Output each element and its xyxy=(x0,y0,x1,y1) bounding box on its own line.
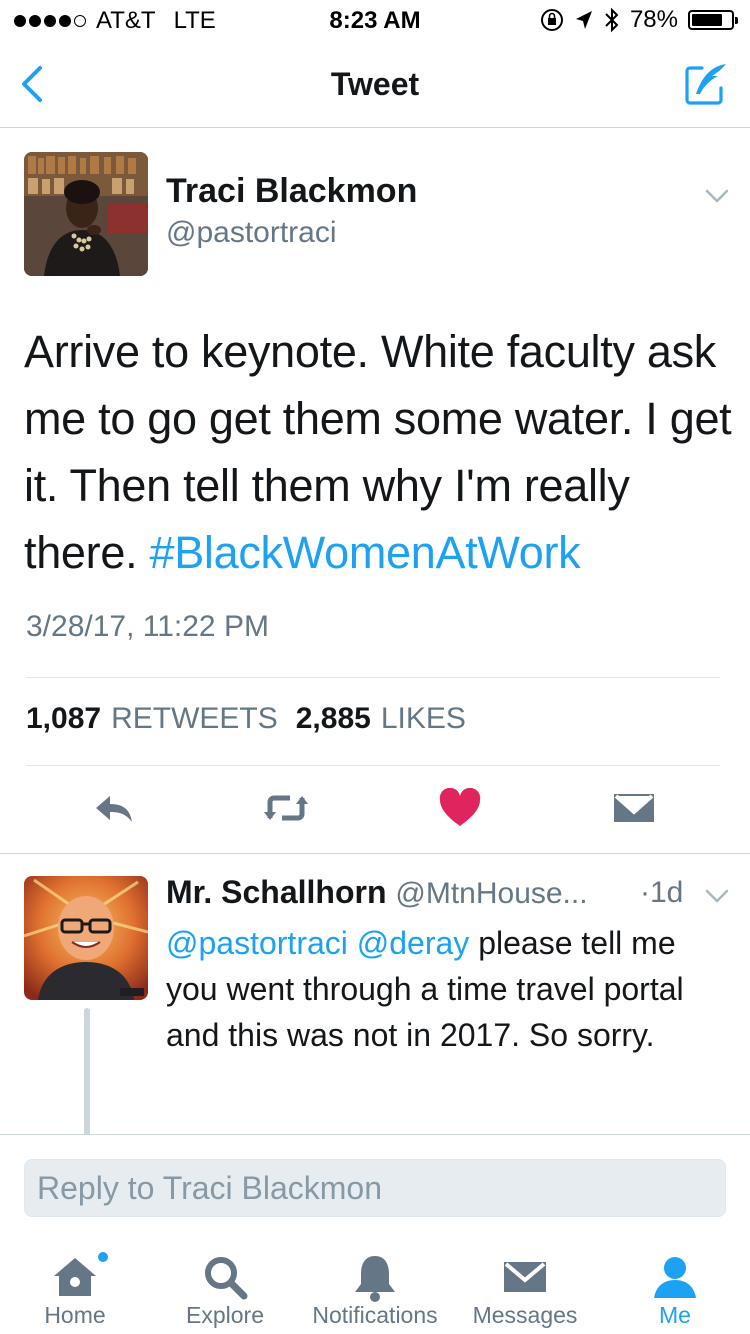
likes-count[interactable]: 2,885 xyxy=(296,702,371,736)
reply-author-handle[interactable]: @MtnHouse... xyxy=(395,877,587,910)
reply-avatar[interactable] xyxy=(24,876,148,1000)
tweet-timestamp: 3/28/17, 11:22 PM xyxy=(26,610,269,643)
tab-me[interactable]: Me xyxy=(600,1238,750,1334)
divider xyxy=(26,677,720,678)
reply-time: ·1d xyxy=(640,876,684,909)
bell-icon xyxy=(355,1256,395,1302)
heart-icon[interactable] xyxy=(438,788,482,828)
retweets-label[interactable]: RETWEETS xyxy=(111,702,278,736)
status-right: 78% xyxy=(540,6,738,34)
tab-notifications[interactable]: Notifications xyxy=(300,1238,450,1334)
tab-label: Home xyxy=(44,1302,106,1328)
reply-text: @pastortraci @deray please tell me you w… xyxy=(166,920,736,1058)
notification-dot xyxy=(96,1250,110,1264)
page-title: Tweet xyxy=(330,66,420,102)
chevron-down-icon[interactable] xyxy=(704,888,730,904)
reply-icon[interactable] xyxy=(92,788,136,828)
author-handle[interactable]: @pastortraci xyxy=(166,216,337,250)
battery-icon xyxy=(688,10,738,30)
tab-label: Notifications xyxy=(312,1302,438,1328)
mention-link[interactable]: @deray xyxy=(357,925,470,961)
battery-percent: 78% xyxy=(629,6,678,33)
nav-bar: Tweet xyxy=(0,40,750,128)
tab-label: Messages xyxy=(472,1302,578,1328)
location-arrow-icon xyxy=(575,11,592,29)
tweet-stats: 1,087 RETWEETS 2,885 LIKES xyxy=(26,702,474,736)
home-icon xyxy=(54,1258,96,1296)
tab-label: Me xyxy=(659,1302,691,1328)
tab-home[interactable]: Home xyxy=(0,1238,150,1334)
bluetooth-icon xyxy=(605,7,619,33)
tab-label: Explore xyxy=(186,1302,264,1328)
envelope-icon[interactable] xyxy=(612,788,656,828)
chevron-down-icon[interactable] xyxy=(704,188,730,204)
tweet-text: Arrive to keynote. White faculty ask me … xyxy=(24,318,734,586)
reply-input[interactable] xyxy=(24,1159,726,1217)
search-icon xyxy=(205,1257,248,1300)
author-avatar[interactable] xyxy=(24,152,148,276)
mention-link[interactable]: @pastortraci xyxy=(166,925,348,961)
likes-label[interactable]: LIKES xyxy=(381,702,466,736)
divider xyxy=(26,765,720,766)
reply-author-name[interactable]: Mr. Schallhorn xyxy=(166,874,386,910)
reply-header: Mr. Schallhorn @MtnHouse... xyxy=(166,874,588,911)
orientation-lock-icon xyxy=(540,9,563,31)
divider xyxy=(0,853,750,854)
tab-bar: Home Explore Notifications Messages Me xyxy=(0,1238,750,1334)
thread-line xyxy=(84,1008,90,1138)
hashtag-link[interactable]: #BlackWomenAtWork xyxy=(149,527,580,578)
status-bar: AT&T LTE 8:23 AM 78% xyxy=(0,0,750,40)
compose-quill-icon[interactable] xyxy=(682,60,730,108)
envelope-icon xyxy=(504,1262,546,1292)
author-name[interactable]: Traci Blackmon xyxy=(166,172,417,211)
reply-composer xyxy=(0,1134,750,1238)
tab-explore[interactable]: Explore xyxy=(150,1238,300,1334)
tab-messages[interactable]: Messages xyxy=(450,1238,600,1334)
battery-fill xyxy=(692,14,722,26)
retweets-count[interactable]: 1,087 xyxy=(26,702,101,736)
person-icon xyxy=(654,1257,696,1298)
retweet-icon[interactable] xyxy=(262,788,310,828)
